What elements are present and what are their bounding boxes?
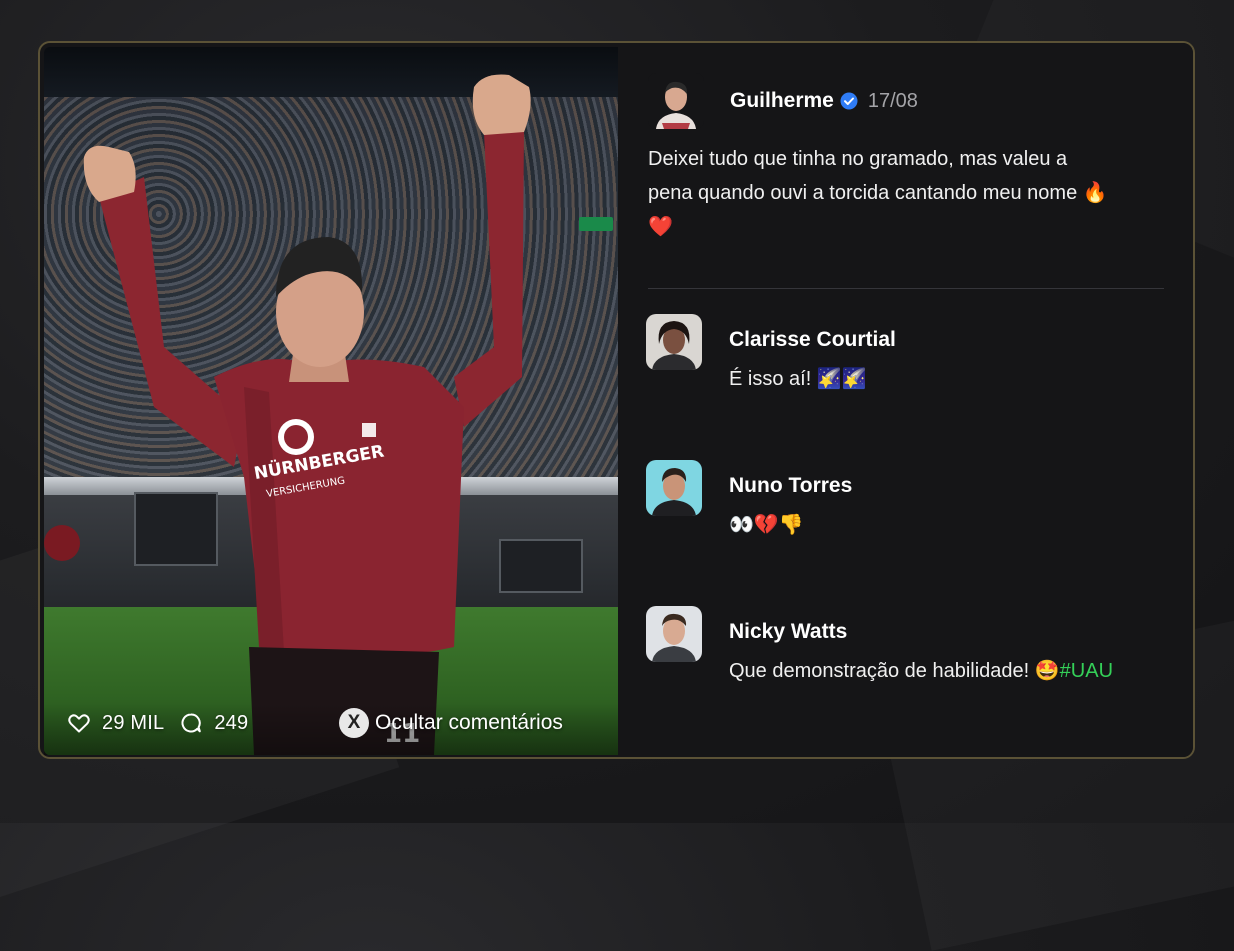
likes-count: 29 MIL — [102, 711, 165, 734]
author-name[interactable]: Guilherme — [730, 89, 834, 113]
x-button-icon: X — [339, 708, 369, 738]
post-header: Guilherme 17/08 — [648, 73, 918, 129]
hide-comments-button[interactable]: X Ocultar comentários — [339, 707, 563, 739]
author-avatar[interactable] — [648, 73, 704, 129]
player-figure: 11 NÜRNBERGER VERSICHERUNG — [83, 74, 531, 755]
post-card: 11 NÜRNBERGER VERSICHERUNG 29 MIL 249 X … — [38, 41, 1195, 759]
reaction-emojis: 👀💔👎 — [729, 512, 804, 536]
comments-panel: Guilherme 17/08 Deixei tudo que tinha no… — [618, 43, 1193, 757]
comment-item: Clarisse Courtial É isso aí! 🌠🌠 — [646, 314, 1186, 394]
star-struck-emoji: 🤩 — [1034, 658, 1060, 682]
hashtag-link[interactable]: #UAU — [1060, 660, 1113, 682]
shooting-star-emojis: 🌠🌠 — [816, 366, 867, 390]
commenter-name[interactable]: Nicky Watts — [729, 620, 847, 644]
comment-text: Que demonstração de habilidade! 🤩#UAU — [729, 658, 1114, 682]
divider — [648, 288, 1164, 289]
comment-text: É isso aí! 🌠🌠 — [729, 366, 867, 390]
comment-item: Nicky Watts Que demonstração de habilida… — [646, 606, 1186, 686]
commenter-avatar[interactable] — [646, 460, 702, 516]
comments-count: 249 — [214, 711, 249, 734]
comment-icon[interactable] — [178, 710, 204, 736]
hide-comments-label: Ocultar comentários — [375, 711, 563, 734]
commenter-avatar[interactable] — [646, 606, 702, 662]
verified-badge-icon — [840, 92, 858, 110]
heart-emoji: ❤️ — [648, 214, 673, 238]
commenter-avatar[interactable] — [646, 314, 702, 370]
post-stats: 29 MIL 249 — [66, 708, 262, 738]
post-photo: 11 NÜRNBERGER VERSICHERUNG — [44, 47, 618, 755]
commenter-name[interactable]: Clarisse Courtial — [729, 328, 896, 352]
comment-item: Nuno Torres 👀💔👎 — [646, 460, 1186, 540]
comment-text: 👀💔👎 — [729, 512, 804, 537]
commenter-name[interactable]: Nuno Torres — [729, 474, 852, 498]
post-date: 17/08 — [867, 89, 918, 112]
post-caption: Deixei tudo que tinha no gramado, mas va… — [648, 148, 1108, 238]
heart-icon[interactable] — [66, 710, 92, 736]
fire-emoji: 🔥 — [1082, 180, 1108, 204]
